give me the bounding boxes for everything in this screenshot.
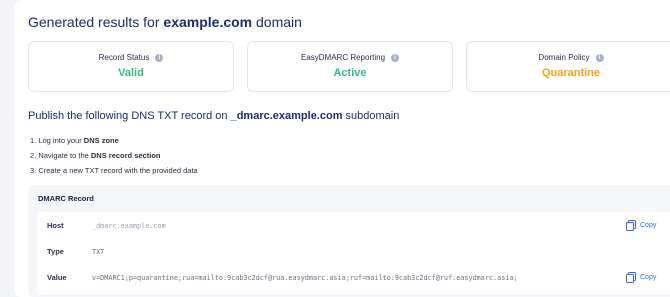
info-icon[interactable]: i <box>391 53 400 62</box>
stat-record-status: Record Status i Valid <box>28 41 234 92</box>
page-title: Generated results for example.com domain <box>28 14 302 30</box>
copy-icon <box>626 272 636 283</box>
stat-value: Quarantine <box>541 67 601 79</box>
copy-label: Copy <box>640 274 657 281</box>
publish-prefix: Publish the following DNS TXT record on <box>28 110 231 122</box>
stat-easydmarc-reporting: EasyDMARC Reporting i Active <box>247 41 453 92</box>
info-icon[interactable]: i <box>595 53 604 62</box>
publish-heading: Publish the following DNS TXT record on … <box>28 110 399 122</box>
stat-label: Record Status <box>98 53 150 62</box>
record-row-host: Host _dmarc.example.com Copy <box>37 214 670 238</box>
type-value: TXT <box>92 248 105 256</box>
stat-label: EasyDMARC Reporting <box>300 53 386 62</box>
record-table: Host _dmarc.example.com Copy Type TXT Va… <box>37 212 670 294</box>
copy-host-button[interactable]: Copy <box>626 220 656 231</box>
value-value: v=DMARC1;p=quarantine;rua=mailto:9cab3c2… <box>92 274 518 282</box>
type-label: Type <box>47 247 64 256</box>
title-suffix: domain <box>252 14 302 30</box>
step-2: 2. Navigate to the DNS record section <box>30 151 161 160</box>
stat-value: Valid <box>118 67 144 79</box>
title-domain: example.com <box>163 14 253 30</box>
record-row-value: Value v=DMARC1;p=quarantine;rua=mailto:9… <box>37 266 670 290</box>
host-value: _dmarc.example.com <box>92 222 166 230</box>
stat-label: Domain Policy <box>538 53 590 62</box>
instructions-list: 1. Log into your DNS zone 2. Navigate to… <box>30 136 198 181</box>
info-icon[interactable]: i <box>155 53 164 62</box>
value-label: Value <box>47 273 67 282</box>
copy-icon <box>626 220 636 231</box>
copy-label: Copy <box>640 222 657 229</box>
record-row-type: Type TXT <box>37 240 670 264</box>
results-card: Generated results for example.com domain… <box>14 0 670 297</box>
host-label: Host <box>47 221 64 230</box>
stat-domain-policy: Domain Policy i Quarantine <box>466 41 670 92</box>
stat-value: Active <box>333 67 367 79</box>
step-1: 1. Log into your DNS zone <box>30 136 119 145</box>
title-prefix: Generated results for <box>28 14 164 30</box>
dmarc-record-panel: DMARC Record Host _dmarc.example.com Cop… <box>28 185 670 297</box>
record-title: DMARC Record <box>38 194 94 203</box>
publish-host: _dmarc.example.com <box>230 110 343 122</box>
copy-value-button[interactable]: Copy <box>626 272 656 283</box>
publish-suffix: subdomain <box>342 110 400 122</box>
step-3: 3. Create a new TXT record with the prov… <box>30 166 198 175</box>
